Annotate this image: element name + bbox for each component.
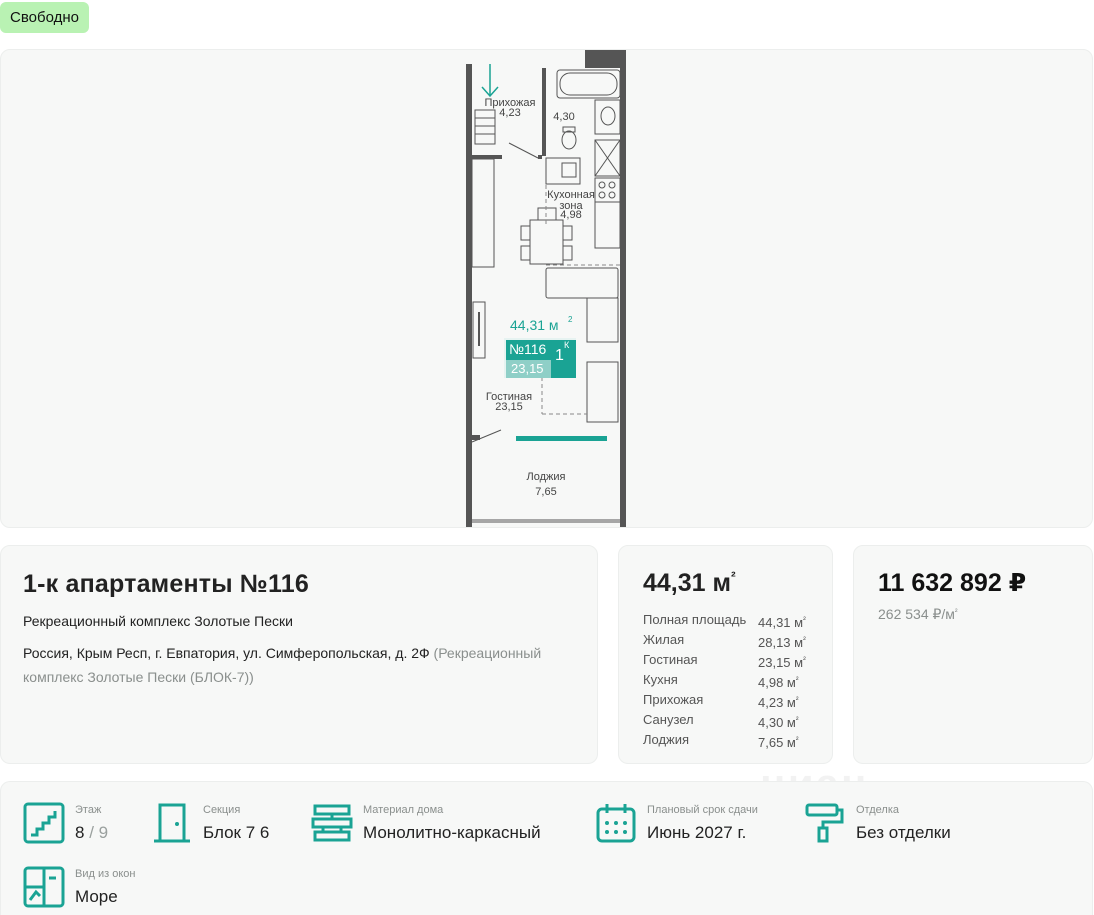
bricks-icon [311,804,353,842]
price-card: 11 632 892 ₽ 262 534 ₽/м² [853,545,1093,764]
apartment-info-card: 1-к апартаменты №116 Рекреационный компл… [0,545,598,764]
feature-view: Вид из окон Море [23,866,135,908]
area-row-living: Жилая 28,13 м² [643,632,806,650]
plan-total-sup: 2 [568,315,573,324]
plan-living-area: 23,15 [495,401,523,413]
floor-plan-drawing: Прихожая 4,23 4,30 Кухонная зона 4,98 44… [466,50,626,527]
feature-deadline: Плановый срок сдачи Июнь 2027 г. [595,802,758,844]
plan-total-area: 44,31 м [510,317,559,333]
section-label: Секция [203,804,241,816]
plan-bath-area: 4,30 [553,111,574,123]
finish-label: Отделка [856,804,899,816]
features-card: Этаж 8 / 9 Секция Блок 7 6 Материал дома… [0,781,1093,915]
area-row-total: Полная площадь 44,31 м² [643,612,806,630]
apartment-title: 1-к апартаменты №116 [23,570,309,598]
material-value: Монолитно-каркасный [363,823,541,842]
floor-value: 8 / 9 [75,823,109,842]
deadline-label: Плановый срок сдачи [647,804,758,816]
plan-loggia-area: 7,65 [535,486,556,498]
area-row-kitchen: Кухня 4,98 м² [643,672,799,690]
complex-name[interactable]: Рекреационный комплекс Золотые Пески [23,613,575,629]
finish-value: Без отделки [856,823,951,842]
price-per-m2: 262 534 ₽/м² [878,606,958,622]
floor-label: Этаж [75,804,102,816]
feature-finish: Отделка Без отделки [804,802,951,844]
area-row-hall: Прихожая 4,23 м² [643,692,799,710]
address-text: Россия, Крым Респ, г. Евпатория, ул. Сим… [23,645,430,661]
plan-hall-area: 4,23 [499,107,520,119]
floor-plan[interactable]: Прихожая 4,23 4,30 Кухонная зона 4,98 44… [0,49,1093,528]
door-icon [154,803,190,843]
area-card: 44,31 м² Полная площадь 44,31 м² Жилая 28,… [618,545,833,764]
plan-rooms-sup: К [564,340,570,350]
deadline-value: Июнь 2027 г. [647,823,747,842]
section-value: Блок 7 6 [203,823,270,842]
feature-floor: Этаж 8 / 9 [23,802,108,844]
material-label: Материал дома [363,804,444,816]
plan-living-badge: 23,15 [511,361,544,376]
feature-material: Материал дома Монолитно-каркасный [311,802,541,844]
area-row-loggia: Лоджия 7,65 м² [643,732,799,750]
area-table: Полная площадь 44,31 м² Жилая 28,13 м² Гос… [643,610,808,750]
address: Россия, Крым Респ, г. Евпатория, ул. Сим… [23,641,575,689]
view-value: Море [75,887,118,906]
plan-loggia-label: Лоджия [527,471,566,483]
area-row-bathroom: Санузел 4,30 м² [643,712,799,730]
plan-apt-number: №116 [509,341,547,357]
status-badge: Свободно [0,2,89,33]
area-row-lounge: Гостиная 23,15 м² [643,652,806,670]
calendar-icon [596,804,636,843]
stairs-icon [23,802,65,844]
window-icon [23,866,65,908]
plan-rooms-badge: 1 [555,347,564,364]
total-area: 44,31 м² [643,568,736,597]
paint-roller-icon [805,803,844,843]
plan-kitchen-area: 4,98 [560,209,581,221]
feature-section: Секция Блок 7 6 [151,802,269,844]
price-total: 11 632 892 ₽ [878,569,1027,597]
view-label: Вид из окон [75,868,136,880]
